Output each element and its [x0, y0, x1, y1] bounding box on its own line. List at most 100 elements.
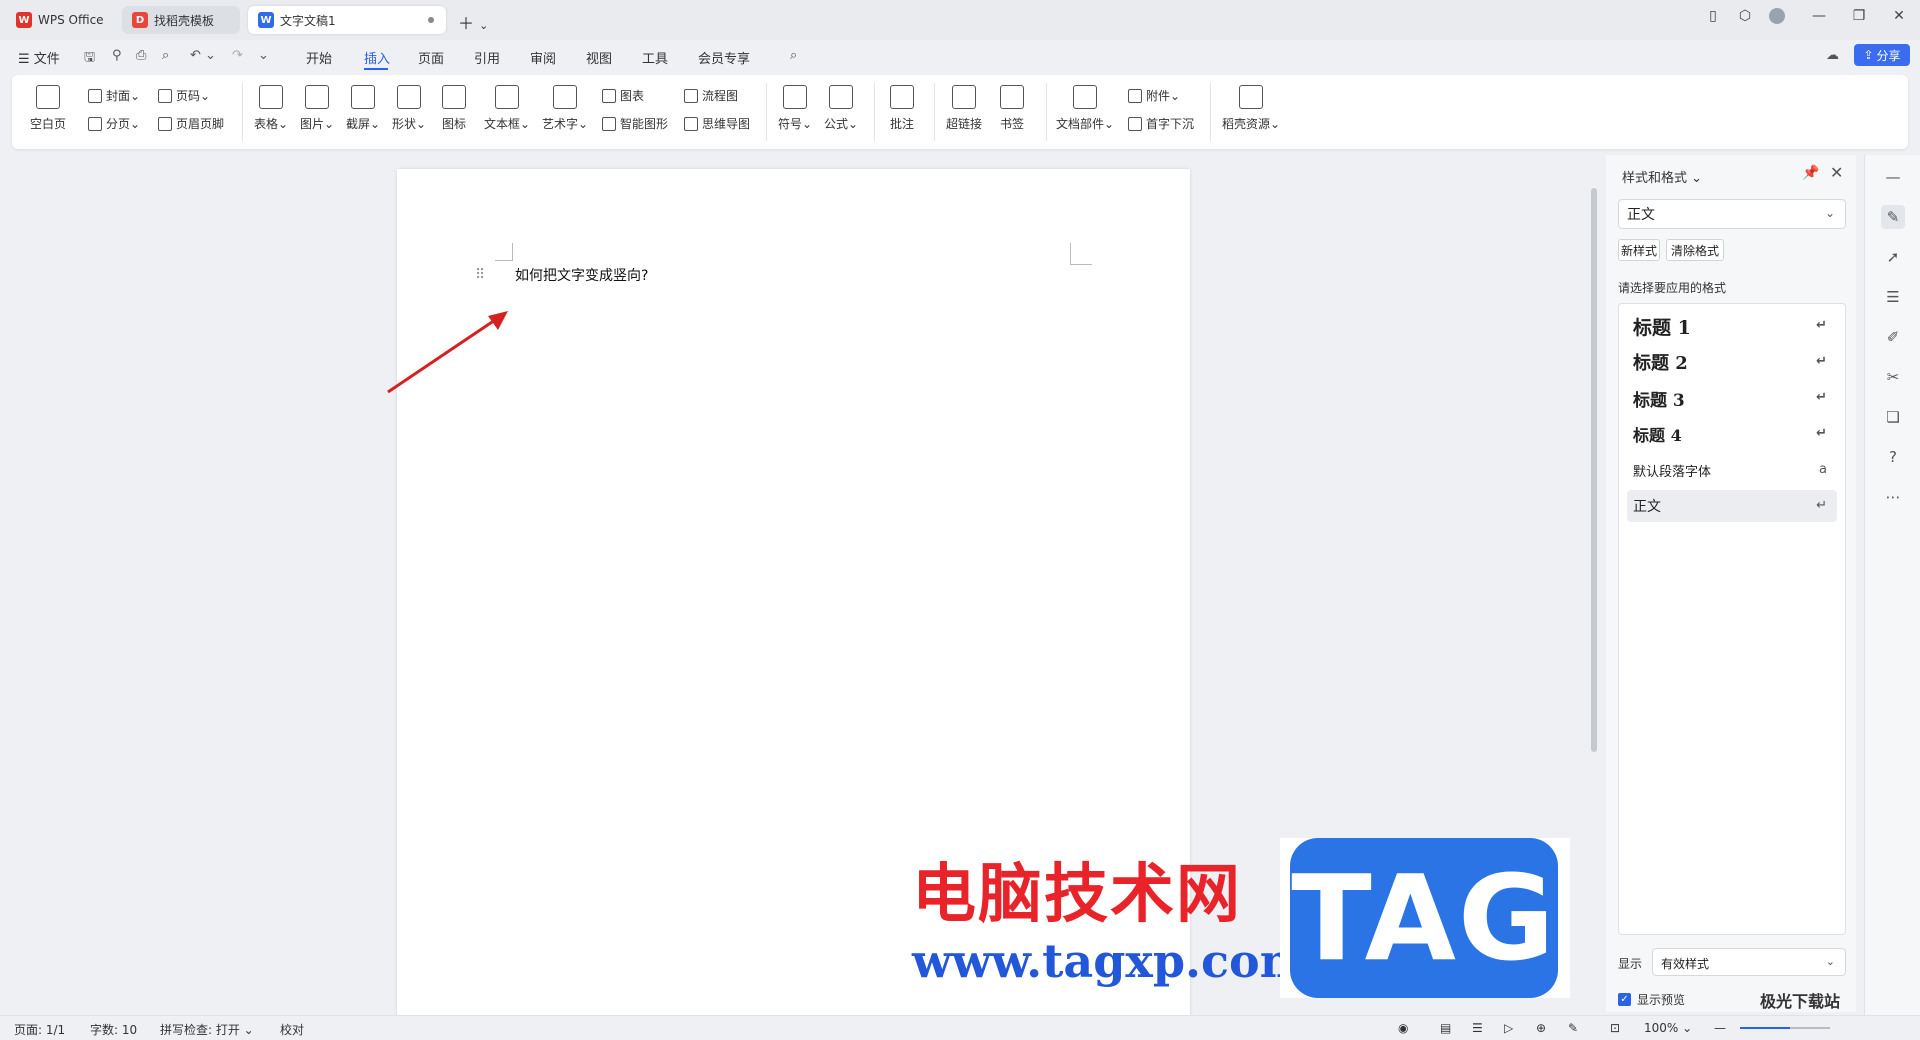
page-indicator[interactable]: 页面: 1/1: [14, 1021, 65, 1038]
close-icon[interactable]: ✕: [1888, 8, 1910, 24]
new-tab-button[interactable]: ＋ ⌄: [458, 10, 488, 34]
redo-icon[interactable]: ↷: [232, 48, 243, 63]
icon-library-button[interactable]: 图标: [442, 85, 466, 132]
tab-document[interactable]: W 文字文稿1: [248, 6, 446, 34]
outline-icon[interactable]: ☰: [1472, 1021, 1483, 1035]
layout-icon[interactable]: ▯: [1702, 8, 1724, 24]
adjust-sliders-icon[interactable]: ☰: [1881, 285, 1905, 309]
avatar[interactable]: [1766, 8, 1788, 28]
page-break-button[interactable]: 分页 ⌄: [88, 115, 140, 132]
new-style-button[interactable]: 新样式: [1618, 239, 1660, 261]
share-button[interactable]: ⇪ 分享: [1854, 44, 1910, 66]
attachment-button[interactable]: 附件 ⌄: [1128, 87, 1180, 104]
undo-icon[interactable]: ↶ ⌄: [190, 48, 216, 63]
more-icon[interactable]: ⋯: [1881, 485, 1905, 509]
current-style-select[interactable]: 正文 ⌄: [1618, 199, 1846, 229]
menu-insert[interactable]: 插入: [364, 48, 390, 67]
play-icon[interactable]: ▷: [1504, 1021, 1513, 1035]
shape-button[interactable]: 形状⌄: [392, 85, 426, 132]
style-brush-icon[interactable]: ✎: [1881, 205, 1905, 229]
bookmark-button[interactable]: 书签: [1000, 85, 1024, 132]
style-heading-2[interactable]: 标题 2 ↵: [1627, 346, 1837, 378]
smart-art-button[interactable]: 智能图形: [602, 115, 668, 132]
style-label: 正文: [1633, 499, 1661, 515]
fit-page-icon[interactable]: ⊡: [1610, 1021, 1620, 1035]
page-break-label: 分页: [106, 117, 131, 131]
header-footer-button[interactable]: 页眉页脚: [158, 115, 224, 132]
char-style-icon: a: [1819, 462, 1827, 477]
page-view-icon[interactable]: ▤: [1440, 1021, 1451, 1035]
pin-icon[interactable]: 📌: [1802, 165, 1819, 181]
panel-title[interactable]: 样式和格式 ⌄: [1622, 167, 1702, 186]
doc-parts-button[interactable]: 文档部件⌄: [1056, 85, 1114, 132]
resources-button[interactable]: 稻壳资源⌄: [1222, 85, 1280, 132]
collapse-icon[interactable]: —: [1881, 165, 1905, 189]
link-icon[interactable]: ⚲: [112, 48, 122, 63]
screenshot-button[interactable]: 截屏⌄: [346, 85, 380, 132]
wordart-button[interactable]: 艺术字⌄: [542, 85, 588, 132]
print-icon[interactable]: ⎙: [136, 48, 146, 63]
file-menu[interactable]: ☰ 文件: [18, 48, 60, 67]
formula-button[interactable]: 公式⌄: [824, 85, 858, 132]
show-preview-checkbox[interactable]: ✓ 显示预览: [1618, 991, 1685, 1008]
print-preview-icon[interactable]: ⌕: [162, 48, 169, 63]
zoom-out-button[interactable]: —: [1714, 1021, 1726, 1035]
paragraph-handle-icon[interactable]: ⠿: [475, 267, 485, 283]
cover-button[interactable]: 封面 ⌄: [88, 87, 140, 104]
picture-button[interactable]: 图片⌄: [300, 85, 334, 132]
show-filter-select[interactable]: 有效样式 ⌄: [1652, 948, 1846, 976]
page-number-button[interactable]: 页码 ⌄: [158, 87, 210, 104]
cube-icon[interactable]: ⬡: [1734, 8, 1756, 24]
menu-reference[interactable]: 引用: [474, 48, 500, 67]
select-cursor-icon[interactable]: ➚: [1881, 245, 1905, 269]
menu-review[interactable]: 审阅: [530, 48, 556, 67]
menu-member[interactable]: 会员专享: [698, 48, 750, 67]
eye-icon[interactable]: ◉: [1398, 1021, 1408, 1035]
menu-home[interactable]: 开始: [306, 48, 332, 67]
help-icon[interactable]: ?: [1881, 445, 1905, 469]
style-list: 标题 1 ↵ 标题 2 ↵ 标题 3 ↵ 标题 4 ↵ 默认段落字体 a 正文 ↵: [1618, 303, 1846, 935]
style-heading-4[interactable]: 标题 4 ↵: [1627, 418, 1837, 450]
mindmap-button[interactable]: 思维导图: [684, 115, 750, 132]
menu-page[interactable]: 页面: [418, 48, 444, 67]
close-icon[interactable]: ✕: [1830, 163, 1843, 182]
search-icon[interactable]: ⌕: [790, 48, 797, 63]
word-count[interactable]: 字数: 10: [90, 1021, 137, 1038]
style-heading-1[interactable]: 标题 1 ↵: [1627, 310, 1837, 342]
ai-writing-icon[interactable]: ✐: [1881, 325, 1905, 349]
blank-page-button[interactable]: 空白页: [30, 85, 66, 132]
smart-art-icon: [602, 116, 616, 131]
cloud-icon[interactable]: ☁: [1826, 48, 1839, 63]
clear-format-button[interactable]: 清除格式: [1666, 239, 1724, 261]
textbox-button[interactable]: 文本框⌄: [484, 85, 530, 132]
drop-cap-button[interactable]: 首字下沉: [1128, 115, 1194, 132]
style-default-font[interactable]: 默认段落字体 a: [1627, 454, 1837, 486]
tools-icon[interactable]: ✂: [1881, 365, 1905, 389]
web-view-icon[interactable]: ⊕: [1536, 1021, 1546, 1035]
formula-label: 公式: [824, 117, 849, 131]
pen-icon[interactable]: ✎: [1568, 1021, 1578, 1035]
save-icon[interactable]: 🖫: [84, 48, 95, 70]
zoom-level[interactable]: 100% ⌄: [1644, 1021, 1692, 1035]
chart-button[interactable]: 图表: [602, 87, 644, 104]
style-body[interactable]: 正文 ↵: [1627, 490, 1837, 522]
comment-button[interactable]: 批注: [890, 85, 914, 132]
restore-icon[interactable]: ❐: [1848, 8, 1870, 24]
doc-parts-icon: [1073, 85, 1098, 109]
symbol-button[interactable]: 符号⌄: [778, 85, 812, 132]
style-heading-3[interactable]: 标题 3 ↵: [1627, 382, 1837, 414]
document-paragraph[interactable]: 如何把文字变成竖向?: [515, 265, 648, 285]
spell-check[interactable]: 拼写检查: 打开 ⌄: [160, 1021, 254, 1038]
tab-templates[interactable]: D 找稻壳模板: [122, 6, 240, 34]
book-icon[interactable]: ❏: [1881, 405, 1905, 429]
hyperlink-button[interactable]: 超链接: [946, 85, 982, 132]
more-quick-icon[interactable]: ⌄: [258, 48, 269, 63]
menu-tools[interactable]: 工具: [642, 48, 668, 67]
flowchart-button[interactable]: 流程图: [684, 87, 738, 104]
table-button[interactable]: 表格⌄: [254, 85, 288, 132]
tab-wps-office[interactable]: W WPS Office: [6, 6, 114, 34]
proofread[interactable]: 校对: [280, 1021, 304, 1038]
minimize-icon[interactable]: —: [1808, 8, 1830, 24]
scrollbar-thumb[interactable]: [1591, 188, 1597, 752]
menu-view[interactable]: 视图: [586, 48, 612, 67]
